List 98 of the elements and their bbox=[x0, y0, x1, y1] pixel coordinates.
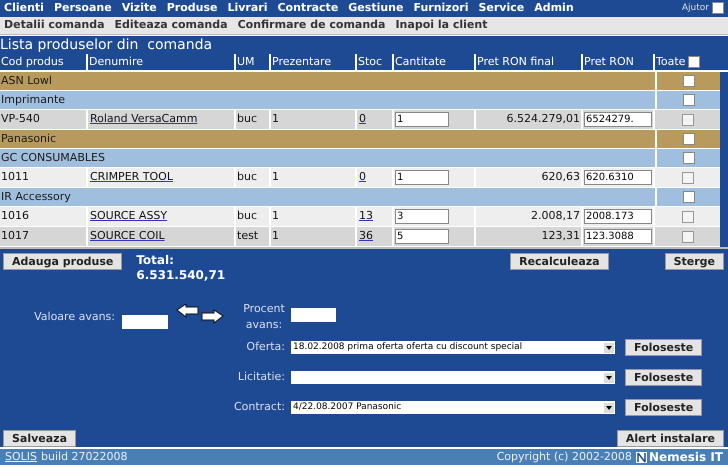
select-label: Contract: bbox=[232, 399, 285, 416]
stock-link[interactable]: 0 bbox=[359, 169, 366, 186]
final-price: 6.524.279,01 bbox=[506, 111, 580, 128]
group-label: Panasonic bbox=[0, 130, 56, 147]
checkbox[interactable] bbox=[682, 152, 694, 164]
checkbox[interactable] bbox=[682, 94, 694, 106]
menu-item[interactable]: Vizite bbox=[122, 0, 157, 16]
checkbox[interactable] bbox=[682, 133, 694, 145]
product-code: VP-540 bbox=[0, 111, 40, 128]
checkbox[interactable] bbox=[712, 2, 724, 14]
menu-item[interactable]: Admin bbox=[534, 0, 574, 16]
dropdown-field[interactable]: 18.02.2008 prima oferta oferta cu discount special bbox=[291, 341, 615, 354]
use-button[interactable]: Foloseste bbox=[625, 369, 702, 386]
group-label: ASN Lowl bbox=[0, 72, 52, 89]
menu-item[interactable]: Service bbox=[478, 0, 524, 16]
menu-item[interactable]: Furnizori bbox=[413, 0, 468, 16]
group-label: Imprimante bbox=[0, 92, 66, 108]
column-header: Pret RON final bbox=[476, 54, 583, 70]
checkbox[interactable] bbox=[682, 114, 694, 126]
dropdown-field[interactable] bbox=[291, 371, 615, 384]
checkbox[interactable] bbox=[682, 230, 694, 242]
final-price: 2.008,17 bbox=[530, 208, 580, 224]
product-code: 1016 bbox=[0, 208, 29, 224]
recalculate-button[interactable]: Recalculeaza bbox=[510, 253, 609, 270]
dropdown-arrow-icon[interactable] bbox=[604, 402, 614, 412]
checkbox[interactable] bbox=[682, 191, 694, 203]
column-header: Prezentare bbox=[271, 54, 357, 70]
logo-icon bbox=[636, 452, 647, 462]
menu-item[interactable]: Persoane bbox=[54, 0, 112, 16]
menu-item[interactable]: Contracte bbox=[277, 0, 338, 16]
unit-text: buc bbox=[236, 208, 258, 224]
save-button[interactable]: Salveaza bbox=[3, 430, 76, 447]
presentation-text: 1 bbox=[271, 208, 279, 224]
use-button[interactable]: Foloseste bbox=[625, 339, 702, 356]
dropdown-field[interactable]: 4/22.08.2007 Panasonic bbox=[291, 401, 615, 414]
build-text: build 27022008 bbox=[41, 448, 128, 465]
copyright-text: Copyright (c) 2002-2008 bbox=[496, 448, 632, 465]
stock-link[interactable]: 0 bbox=[359, 111, 366, 128]
solis-link[interactable]: SOLIS bbox=[5, 448, 37, 466]
menu-item[interactable]: Clienti bbox=[4, 0, 44, 16]
advance-percent-field[interactable] bbox=[291, 308, 336, 322]
column-header: Cantitate bbox=[394, 54, 476, 70]
menu-item[interactable]: Gestiune bbox=[348, 0, 404, 16]
price-field[interactable]: 123.3088 bbox=[584, 229, 652, 244]
advance-value-field[interactable] bbox=[122, 315, 168, 329]
checkbox[interactable] bbox=[682, 210, 694, 222]
submenu-item[interactable]: Inapoi la client bbox=[395, 16, 488, 34]
column-header: Cod produs bbox=[0, 54, 88, 70]
presentation-text: 1 bbox=[271, 228, 279, 244]
total-label: Total: bbox=[136, 253, 175, 268]
column-header: Pret RON bbox=[583, 54, 655, 70]
price-field[interactable]: 620.6310 bbox=[584, 170, 652, 185]
select-label: Licitatie: bbox=[236, 369, 285, 386]
presentation-text: 1 bbox=[271, 111, 279, 128]
quantity-field[interactable]: 1 bbox=[395, 112, 449, 127]
checkbox[interactable] bbox=[688, 56, 700, 68]
dropdown-value: 4/22.08.2007 Panasonic bbox=[292, 403, 402, 412]
help-label: Ajutor bbox=[682, 2, 709, 14]
submenu-item[interactable]: Detalii comanda bbox=[4, 16, 105, 34]
final-price: 123,31 bbox=[540, 228, 580, 244]
column-header: Stoc bbox=[357, 54, 394, 70]
price-field[interactable]: 2008.173 bbox=[584, 209, 652, 224]
quantity-field[interactable]: 5 bbox=[395, 229, 449, 244]
checkbox[interactable] bbox=[682, 75, 694, 87]
group-label: IR Accessory bbox=[0, 188, 71, 205]
final-price: 620,63 bbox=[540, 169, 580, 186]
add-products-button[interactable]: Adauga produse bbox=[3, 253, 122, 270]
column-header: Toate bbox=[656, 54, 686, 70]
alert-installation-button[interactable]: Alert instalare bbox=[616, 430, 724, 447]
quantity-field[interactable]: 1 bbox=[395, 170, 449, 185]
advance-percent-label: Procent avans: bbox=[242, 301, 286, 333]
group-label: GC CONSUMABLES bbox=[0, 150, 105, 166]
use-button[interactable]: Foloseste bbox=[625, 399, 702, 416]
select-label: Oferta: bbox=[245, 339, 285, 356]
presentation-text: 1 bbox=[271, 169, 279, 186]
submenu-item[interactable]: Editeaza comanda bbox=[114, 16, 228, 34]
price-field[interactable]: 6524279. bbox=[584, 112, 652, 127]
brand-name: Nemesis IT bbox=[648, 449, 723, 466]
dropdown-value: 18.02.2008 prima oferta oferta cu discount special bbox=[292, 343, 524, 352]
submenu-item[interactable]: Confirmare de comanda bbox=[238, 16, 386, 34]
dropdown-arrow-icon[interactable] bbox=[604, 342, 614, 352]
menu-item[interactable]: Livrari bbox=[227, 0, 268, 16]
delete-button[interactable]: Sterge bbox=[664, 253, 724, 270]
left-right-arrows-icon[interactable] bbox=[176, 304, 224, 324]
product-code: 1011 bbox=[0, 169, 29, 186]
total-value: 6.531.540,71 bbox=[136, 268, 226, 283]
unit-text: buc bbox=[236, 169, 258, 186]
column-header: UM bbox=[236, 54, 271, 70]
advance-value-label: Valoare avans: bbox=[33, 308, 115, 325]
unit-text: buc bbox=[236, 111, 258, 128]
column-header: Denumire bbox=[88, 54, 236, 70]
unit-text: test bbox=[236, 228, 258, 244]
menu-item[interactable]: Produse bbox=[166, 0, 218, 16]
quantity-field[interactable]: 3 bbox=[395, 209, 449, 224]
dropdown-arrow-icon[interactable] bbox=[604, 372, 614, 382]
checkbox[interactable] bbox=[682, 172, 694, 184]
page-title: Lista produselor din comanda bbox=[0, 38, 212, 52]
product-code: 1017 bbox=[0, 228, 29, 244]
